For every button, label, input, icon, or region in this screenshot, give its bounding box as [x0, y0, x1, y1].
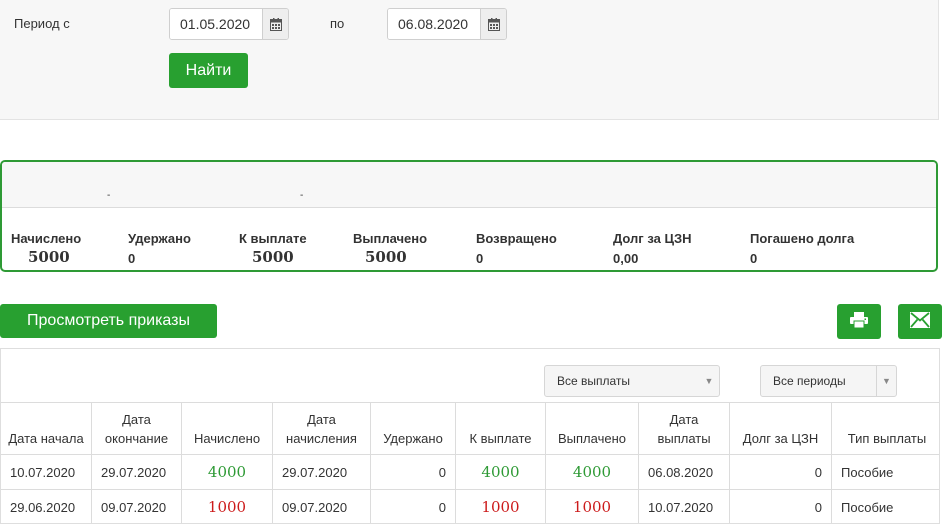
summary-label: Начислено: [11, 231, 82, 246]
date-to-picker: [387, 8, 507, 40]
summary-paid: Выплачено 5000: [353, 231, 427, 266]
summary-value: 0: [128, 251, 136, 266]
cell-to-pay: 4000: [455, 454, 546, 490]
summary-header: - -: [2, 162, 936, 208]
cell-withheld: 0: [370, 489, 456, 523]
payments-filter-select[interactable]: Все выплаты ▼: [544, 365, 720, 397]
envelope-icon: [910, 312, 930, 331]
cell-end-date: 09.07.2020: [91, 489, 182, 523]
column-header[interactable]: Дата окончание: [91, 402, 182, 455]
table-row: 29.06.2020 09.07.2020 1000 09.07.2020 0 …: [1, 489, 939, 523]
summary-debt-repaid: Погашено долга 0: [750, 231, 854, 266]
summary-to-pay: К выплате 5000: [239, 231, 307, 266]
summary-separator: -: [107, 190, 111, 201]
periods-filter-select[interactable]: Все периоды ▼: [760, 365, 897, 397]
summary-value: 0,00: [613, 251, 639, 266]
calendar-icon[interactable]: [262, 9, 288, 39]
cell-start-date: 29.06.2020: [1, 489, 92, 523]
cell-pay-date: 06.08.2020: [638, 454, 730, 490]
summary-returned: Возвращено 0: [476, 231, 557, 266]
summary-value: 0: [476, 251, 484, 266]
send-email-button[interactable]: [898, 304, 942, 339]
find-button[interactable]: Найти: [169, 53, 248, 88]
chevron-down-icon: ▼: [704, 376, 714, 386]
column-header[interactable]: Дата начисления: [272, 402, 371, 455]
view-orders-button[interactable]: Просмотреть приказы: [0, 304, 217, 338]
period-to-label: по: [330, 16, 345, 31]
cell-payment-type: Пособие: [831, 489, 939, 523]
summary-withheld: Удержано 0: [128, 231, 191, 266]
cell-paid: 1000: [545, 489, 639, 523]
cell-start-date: 10.07.2020: [1, 454, 92, 490]
cell-paid: 4000: [545, 454, 639, 490]
payments-filter-value: Все выплаты: [557, 374, 631, 388]
cell-accrual-date: 29.07.2020: [272, 454, 371, 490]
column-header[interactable]: К выплате: [455, 402, 546, 455]
column-header[interactable]: Дата начала: [1, 402, 92, 455]
cell-end-date: 29.07.2020: [91, 454, 182, 490]
summary-value: 0: [750, 251, 758, 266]
summary-separator: -: [300, 190, 304, 201]
summary-label: Удержано: [128, 231, 191, 246]
printer-icon: [850, 312, 868, 331]
summary-label: Погашено долга: [750, 231, 855, 246]
cell-accrued: 1000: [181, 489, 273, 523]
table-header-row: Дата начала Дата окончание Начислено Дат…: [1, 402, 939, 455]
cell-debt: 0: [729, 454, 832, 490]
date-from-picker: [169, 8, 289, 40]
cell-withheld: 0: [370, 454, 456, 490]
summary-value: 5000: [365, 248, 407, 266]
cell-accrual-date: 09.07.2020: [272, 489, 371, 523]
summary-label: Возвращено: [476, 231, 557, 246]
cell-pay-date: 10.07.2020: [638, 489, 730, 523]
payments-table: Дата начала Дата окончание Начислено Дат…: [1, 402, 939, 523]
calendar-icon[interactable]: [480, 9, 506, 39]
payments-table-panel: Все выплаты ▼ Все периоды ▼ Дата начала …: [0, 348, 940, 524]
column-header[interactable]: Выплачено: [545, 402, 639, 455]
periods-filter-value: Все периоды: [773, 374, 846, 388]
column-header[interactable]: Тип выплаты: [831, 402, 939, 455]
column-header[interactable]: Начислено: [181, 402, 273, 455]
cell-accrued: 4000: [181, 454, 273, 490]
summary-label: Долг за ЦЗН: [613, 231, 692, 246]
period-from-label: Период с: [14, 16, 70, 31]
column-header[interactable]: Дата выплаты: [638, 402, 730, 455]
summary-label: Выплачено: [353, 231, 428, 246]
chevron-down-icon: ▼: [876, 366, 896, 396]
column-header[interactable]: Удержано: [370, 402, 456, 455]
summary-label: К выплате: [239, 231, 307, 246]
cell-to-pay: 1000: [455, 489, 546, 523]
summary-value: 5000: [28, 248, 70, 266]
cell-payment-type: Пособие: [831, 454, 939, 490]
cell-debt: 0: [729, 489, 832, 523]
summary-debt: Долг за ЦЗН 0,00: [613, 231, 691, 266]
summary-value: 5000: [252, 248, 294, 266]
date-to-input[interactable]: [388, 9, 480, 39]
summary-accrued: Начислено 5000: [11, 231, 81, 266]
period-filter-panel: Период с по Найти: [0, 0, 939, 120]
table-row: 10.07.2020 29.07.2020 4000 29.07.2020 0 …: [1, 454, 939, 490]
column-header[interactable]: Долг за ЦЗН: [729, 402, 832, 455]
date-from-input[interactable]: [170, 9, 262, 39]
print-button[interactable]: [837, 304, 881, 339]
